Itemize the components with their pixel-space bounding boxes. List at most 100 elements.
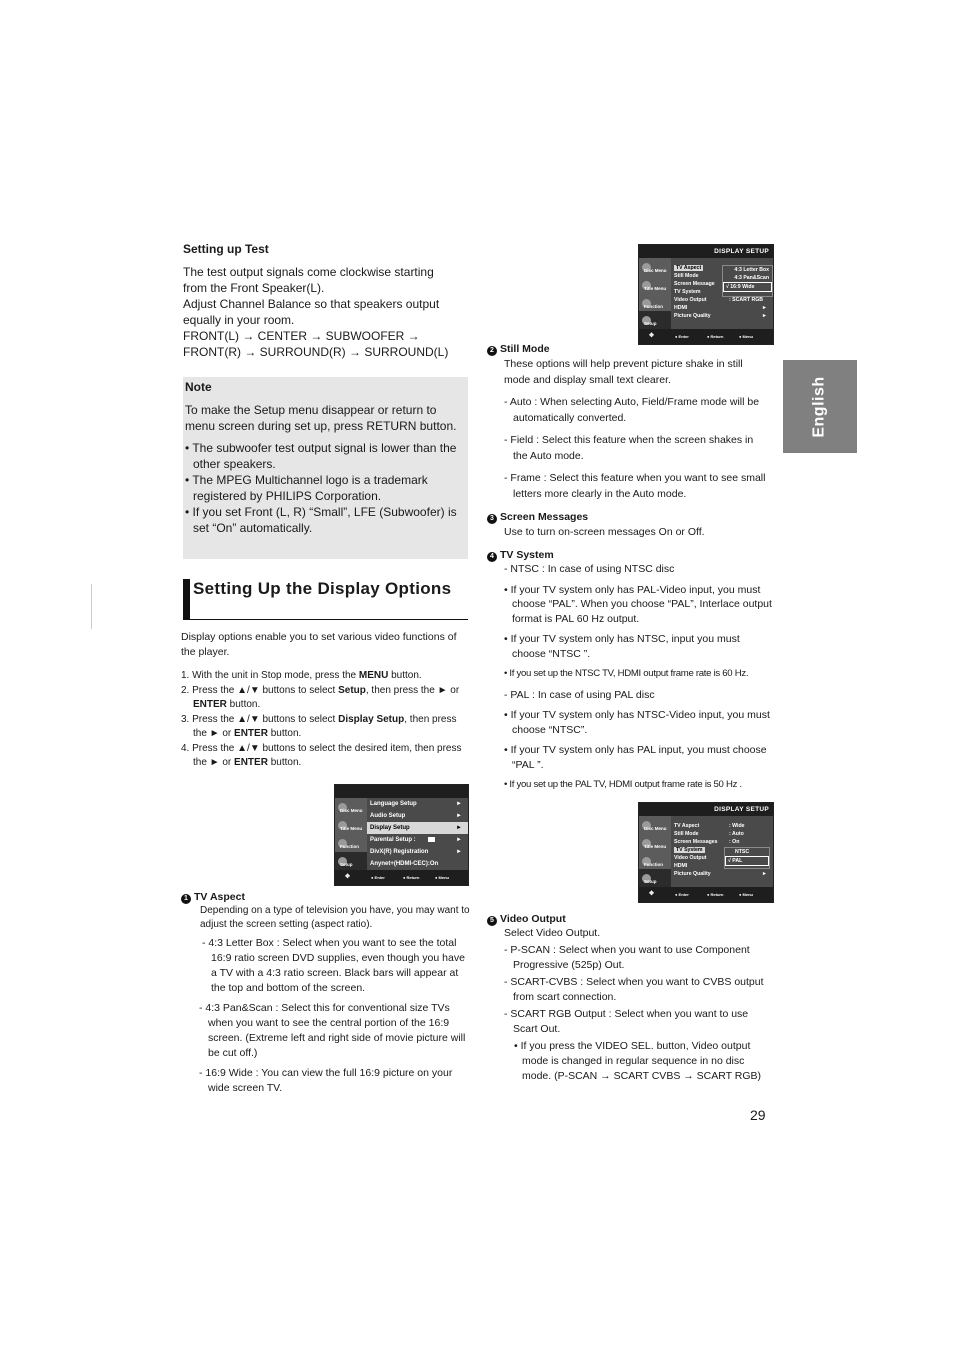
osd-option: 4:3 Pan&Scan [734, 275, 769, 281]
osd-menu-row: Language Setup ► [367, 798, 468, 810]
osd-setup-menu-screenshot: Disc Menu Title Menu Function Setup Lang… [334, 784, 469, 886]
osd-side-disc-menu: Disc Menu [335, 798, 367, 816]
tv-system-item: - PAL : In case of using PAL disc [504, 688, 655, 701]
tv-system-item: • If you set up the PAL TV, HDMI output … [504, 779, 742, 790]
osd-menu-row: Parental Setup : ► [367, 834, 468, 846]
osd-hint-menu: ● Menu [739, 892, 753, 897]
video-output-bullet: • If you press the VIDEO SEL. button, Vi… [514, 1040, 762, 1082]
osd-side-setup: Setup [335, 852, 367, 870]
arrow-right-icon: ► [761, 305, 767, 311]
osd-tv-system-popup: NTSC √ PAL [724, 847, 770, 869]
osd-sidebar: Disc Menu Title Menu Function Setup [639, 258, 671, 329]
osd-menu-row: HDMI► [674, 305, 767, 311]
osd-option-current: √ PAL [725, 856, 769, 866]
language-tab: English [783, 360, 857, 453]
screen-messages-section: 3 Screen Messages Use to turn on-screen m… [487, 510, 769, 540]
tv-system-item: • If your TV system only has PAL input, … [504, 744, 767, 771]
osd-menu-row: Picture Quality ► [674, 313, 767, 319]
osd-side-disc-menu: Disc Menu [639, 258, 671, 276]
osd-menu-row: Screen Messages: On [674, 839, 740, 845]
osd-side-function: Function [639, 852, 671, 870]
section-title-underline [183, 619, 468, 620]
section-title-bar [183, 579, 190, 620]
number-badge: 2 [487, 346, 497, 356]
osd-menu-list: Language Setup ► Audio Setup ► Display Set… [367, 798, 468, 870]
osd-hint-return: ● Return [707, 892, 724, 897]
still-mode-section: 2 Still Mode These options will help prev… [487, 342, 769, 502]
step-item: 3. Press the ▲/▼ buttons to select Displ… [181, 713, 457, 740]
still-mode-intro: These options will help prevent picture … [504, 358, 743, 386]
tv-aspect-item: - 4:3 Letter Box : Select when you want … [202, 937, 465, 994]
osd-menu-row: Picture Quality ► [674, 871, 767, 877]
text-line: Adjust Channel Balance so that speakers … [183, 297, 440, 311]
osd-hint-enter: ● Enter [371, 875, 385, 880]
note-bullet: • The MPEG Multichannel logo is a tradem… [185, 473, 428, 503]
osd-option: NTSC [735, 849, 750, 855]
tv-aspect-items: - 4:3 Letter Box : Select when you want … [181, 936, 471, 1096]
osd-menu-row: Video Output: SCART RGB [674, 297, 764, 303]
section-title: Setting Up the Display Options [193, 579, 452, 598]
display-options-intro: Display options enable you to set variou… [181, 631, 457, 658]
tv-aspect-item: - 4:3 Pan&Scan : Select this for convent… [199, 1002, 466, 1059]
tv-system-item: • If your TV system only has PAL-Video i… [504, 583, 772, 625]
speaker-sequence-line: FRONT(L) → CENTER → SUBWOOFER → [183, 329, 420, 343]
osd-hint-menu: ● Menu [435, 875, 449, 880]
osd-title-bar: DISPLAY SETUP [639, 245, 773, 258]
osd-aspect-popup: 4:3 Letter Box 4:3 Pan&Scan √ 16:9 Wide [722, 265, 773, 297]
number-badge: 4 [487, 552, 497, 562]
osd-side-setup: Setup [639, 869, 671, 887]
step-item: 1. With the unit in Stop mode, press the… [181, 670, 422, 681]
screen-messages-heading: 3 Screen Messages [487, 510, 769, 524]
osd-bottom-bar: ✥ ● Enter ● Return ● Menu [335, 870, 468, 885]
note-bullets: • The subwoofer test output signal is lo… [185, 440, 467, 536]
arrow-right-icon: ► [761, 313, 767, 319]
video-output-heading: 5 Video Output [487, 912, 772, 926]
note-bullet: • If you set Front (L, R) “Small”, LFE (… [185, 505, 457, 535]
still-mode-item: - Frame : Select this feature when you w… [504, 472, 766, 500]
osd-display-setup-tv-aspect: DISPLAY SETUP Disc Menu Title Menu Funct… [638, 244, 774, 345]
osd-title-bar [335, 785, 468, 798]
tv-system-item: - NTSC : In case of using NTSC disc [504, 563, 675, 575]
text-line: equally in your room. [183, 313, 295, 327]
note-bullet: • The subwoofer test output signal is lo… [185, 441, 457, 471]
note-title: Note [185, 380, 212, 394]
video-output-section: 5 Video Output Select Video Output. - P-S… [487, 912, 772, 1084]
text-line: from the Front Speaker(L). [183, 281, 325, 295]
tv-aspect-intro: Depending on a type of television you ha… [200, 905, 470, 930]
arrow-right-icon: ► [456, 813, 462, 819]
osd-side-title-menu: Title Menu [639, 276, 671, 294]
osd-menu-row: Anynet+(HDMI-CEC):On [370, 861, 439, 867]
video-output-item: - SCART-CVBS : Select when you want to C… [504, 976, 764, 1003]
osd-bottom-bar: ✥ ● Enter ● Return ● Menu [639, 887, 773, 902]
still-mode-heading: 2 Still Mode [487, 342, 769, 356]
osd-menu-row: DivX(R) Registration ► [367, 846, 468, 858]
step-item: 4. Press the ▲/▼ buttons to select the d… [181, 742, 462, 769]
osd-menu-row: Still Mode: Auto [674, 831, 744, 837]
number-badge: 3 [487, 514, 497, 524]
note-box: Note To make the Setup menu disappear or… [183, 377, 468, 559]
tv-system-item: • If your TV system only has NTSC-Video … [504, 709, 770, 736]
margin-rule [91, 584, 92, 629]
osd-hint-enter: ● Enter [675, 892, 689, 897]
tv-system-item: • If you set up the NTSC TV, HDMI output… [504, 668, 749, 679]
tv-aspect-heading: 1 TV Aspect [181, 890, 471, 904]
osd-side-function: Function [335, 834, 367, 852]
osd-side-title-menu: Title Menu [335, 816, 367, 834]
still-mode-items: - Auto : When selecting Auto, Field/Fram… [487, 394, 769, 502]
osd-sidebar: Disc Menu Title Menu Function Setup [639, 816, 671, 887]
osd-title-bar: DISPLAY SETUP [639, 803, 773, 816]
language-tab-label: English [811, 375, 828, 438]
tv-system-section: 4 TV System - NTSC : In case of using NTS… [487, 548, 772, 793]
osd-display-setup-tv-system: DISPLAY SETUP Disc Menu Title Menu Funct… [638, 802, 774, 903]
arrow-right-icon: ► [456, 801, 462, 807]
tv-aspect-section: 1 TV Aspect Depending on a type of televi… [181, 890, 471, 1096]
osd-sidebar: Disc Menu Title Menu Function Setup [335, 798, 367, 870]
arrow-right-icon: ► [456, 849, 462, 855]
speaker-sequence-line: FRONT(R) → SURROUND(R) → SURROUND(L) [183, 345, 449, 359]
still-mode-item: - Field : Select this feature when the s… [504, 434, 754, 462]
number-badge: 1 [181, 894, 191, 904]
note-intro: To make the Setup menu disappear or retu… [185, 403, 457, 433]
text-line: The test output signals come clockwise s… [183, 265, 434, 279]
video-output-item: - SCART RGB Output : Select when you wan… [504, 1008, 749, 1035]
tv-system-heading: 4 TV System [487, 548, 772, 562]
